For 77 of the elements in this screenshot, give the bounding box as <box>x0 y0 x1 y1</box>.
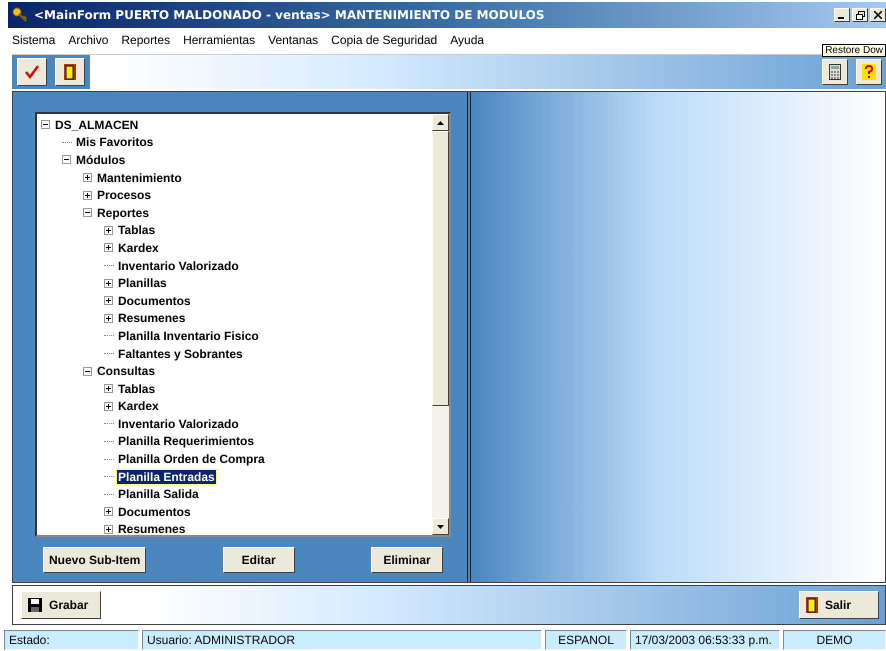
tree-item[interactable]: Procesos <box>96 188 152 202</box>
expand-toggle[interactable] <box>83 190 93 200</box>
tree-item[interactable]: Tablas <box>117 382 156 396</box>
tree-item[interactable]: Mantenimiento <box>96 170 183 185</box>
tree-item[interactable]: Módulos <box>75 152 126 167</box>
tree-item[interactable]: Faltantes y Sobrantes <box>117 346 244 361</box>
expand-toggle[interactable] <box>104 314 114 323</box>
status-field: Estado: <box>4 630 139 650</box>
action-button[interactable]: Editar <box>222 547 295 573</box>
checkmark-button[interactable] <box>17 58 47 86</box>
expand-toggle[interactable] <box>104 296 114 306</box>
calculator-icon <box>829 64 841 80</box>
tree-item[interactable]: Mis Favoritos <box>75 135 154 150</box>
expand-toggle[interactable] <box>104 226 114 235</box>
tree-item[interactable]: Kardex <box>117 240 160 255</box>
expand-toggle[interactable] <box>104 243 114 252</box>
expand-toggle[interactable] <box>62 155 72 164</box>
restore-icon <box>856 10 864 20</box>
tree-item[interactable]: Kardex <box>117 399 160 414</box>
menu-item[interactable]: Ventanas <box>268 33 318 47</box>
tree-item[interactable]: Documentos <box>117 504 192 519</box>
menu-item[interactable]: Herramientas <box>183 33 256 47</box>
tree-item[interactable]: Resumenes <box>117 311 186 326</box>
calculator-button[interactable] <box>822 59 848 85</box>
scroll-up-icon <box>437 120 444 124</box>
expand-toggle[interactable] <box>83 366 93 376</box>
scrollbar[interactable] <box>432 114 449 535</box>
expand-toggle[interactable] <box>83 208 93 218</box>
expand-toggle[interactable] <box>104 278 114 288</box>
expand-toggle[interactable] <box>41 120 51 130</box>
status-field: DEMO <box>783 630 886 650</box>
tree-item[interactable]: Consultas <box>96 364 156 378</box>
tree-item[interactable]: Planilla Entradas <box>117 470 216 484</box>
tree-item[interactable]: Inventario Valorizado <box>117 416 240 431</box>
minimize-button[interactable] <box>834 8 850 22</box>
tree-item[interactable]: Resumenes <box>117 522 186 535</box>
window-title: <MainForm PUERTO MALDONADO - ventas> MANTENIMIENTO DE MODULOS <box>34 8 545 22</box>
expand-toggle[interactable] <box>104 507 114 516</box>
key-icon <box>12 7 28 23</box>
door-icon <box>63 63 77 81</box>
door-icon <box>805 596 819 614</box>
close-icon <box>874 11 882 19</box>
tree-item[interactable]: DS_ALMACEN <box>54 118 140 132</box>
expand-toggle[interactable] <box>83 173 93 182</box>
status-field: 17/03/2003 06:53:33 p.m. <box>630 630 780 650</box>
tree-item[interactable]: Planilla Orden de Compra <box>117 452 266 466</box>
expand-toggle[interactable] <box>104 402 114 411</box>
tree-item[interactable]: Planilla Salida <box>117 487 200 502</box>
scroll-down-icon <box>437 524 444 528</box>
menu-item[interactable]: Copia de Seguridad <box>331 33 438 47</box>
action-button[interactable]: Eliminar <box>371 547 443 573</box>
help-button[interactable] <box>856 59 882 85</box>
tree-item[interactable]: Documentos <box>117 294 192 308</box>
action-button[interactable]: Grabar <box>21 591 101 619</box>
tooltip: Restore Dow <box>822 44 886 57</box>
tree-item[interactable]: Inventario Valorizado <box>117 258 240 273</box>
menu-item[interactable]: Sistema <box>12 33 56 47</box>
action-button[interactable]: Salir <box>799 591 879 619</box>
tree-item[interactable]: Planilla Requerimientos <box>117 434 256 448</box>
expand-toggle[interactable] <box>104 524 114 534</box>
menu-item[interactable]: Reportes <box>121 33 170 47</box>
restore-button[interactable] <box>852 8 868 22</box>
door-button[interactable] <box>55 58 85 86</box>
floppy-icon <box>27 597 43 613</box>
status-field: ESPANOL <box>545 630 627 650</box>
tree-item[interactable]: Planilla Inventario Fisico <box>117 328 260 343</box>
tree-item[interactable]: Reportes <box>96 206 150 220</box>
action-button[interactable]: Nuevo Sub-Item <box>43 547 146 573</box>
expand-toggle[interactable] <box>104 384 114 394</box>
checkmark-icon <box>24 64 40 80</box>
tree-item[interactable]: Tablas <box>117 223 156 238</box>
menu-item[interactable]: Archivo <box>68 33 108 47</box>
help-icon <box>862 64 876 80</box>
status-field: Usuario: ADMINISTRADOR <box>142 630 542 650</box>
menu-item[interactable]: Ayuda <box>450 33 484 47</box>
close-button[interactable] <box>870 8 886 22</box>
tree-item[interactable]: Planillas <box>117 276 168 290</box>
